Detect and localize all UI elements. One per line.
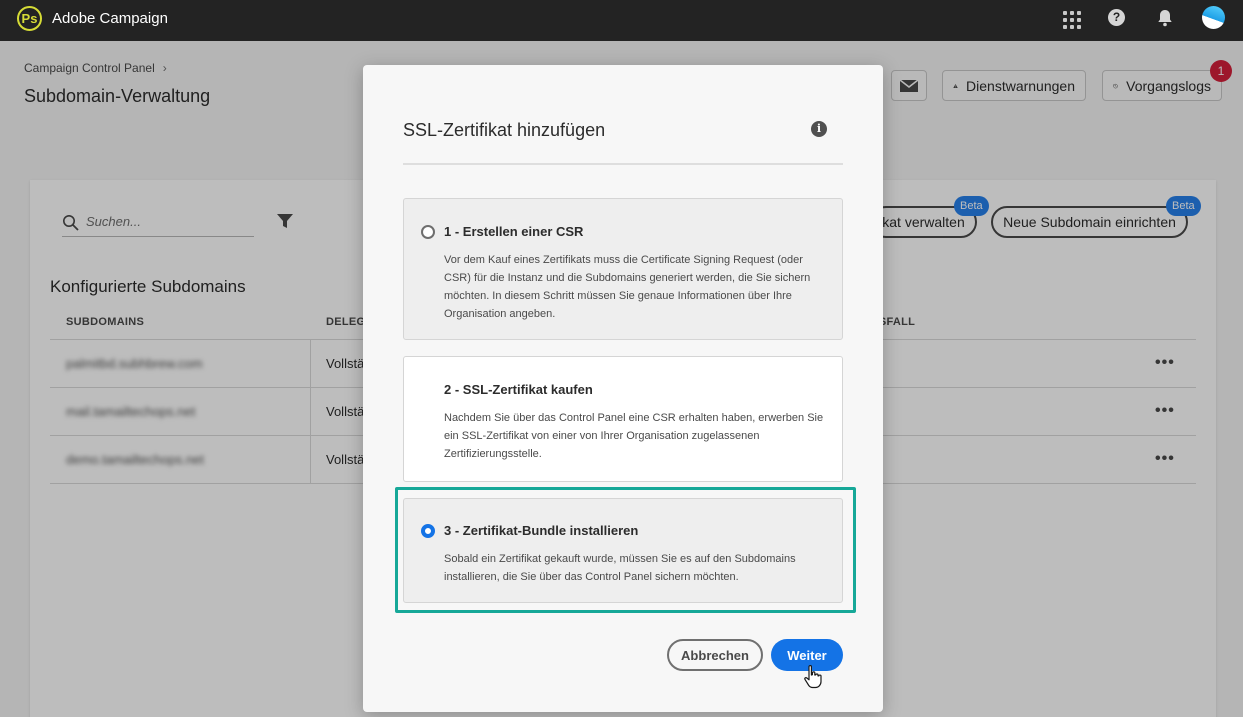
selection-highlight [395, 487, 856, 613]
avatar[interactable] [1202, 6, 1225, 29]
adobe-campaign-logo-icon[interactable]: Ps [17, 6, 42, 31]
option-description: Nachdem Sie über das Control Panel eine … [444, 412, 824, 460]
option-title: 1 - Erstellen einer CSR [444, 224, 584, 239]
radio-create-csr[interactable] [421, 225, 435, 239]
option-create-csr[interactable]: 1 - Erstellen einer CSR Vor dem Kauf ein… [403, 198, 843, 340]
app-title[interactable]: Adobe Campaign [52, 10, 168, 27]
apps-grid-icon[interactable] [1060, 8, 1082, 30]
dialog-title: SSL-Zertifikat hinzufügen [403, 120, 606, 140]
ssl-certificate-dialog: SSL-Zertifikat hinzufügen i 1 - Erstelle… [363, 65, 883, 712]
info-icon[interactable]: i [811, 121, 827, 137]
help-icon[interactable]: ? [1108, 9, 1125, 26]
option-title: 2 - SSL-Zertifikat kaufen [444, 382, 593, 397]
option-description: Vor dem Kauf eines Zertifikats muss die … [444, 254, 811, 320]
dialog-divider [403, 163, 843, 165]
cancel-button[interactable]: Abbrechen [667, 639, 763, 671]
bell-icon[interactable] [1155, 8, 1177, 30]
hand-cursor-icon [803, 664, 823, 695]
top-bar: Ps Adobe Campaign ? [0, 0, 1243, 41]
option-buy-certificate[interactable]: 2 - SSL-Zertifikat kaufen Nachdem Sie üb… [403, 356, 843, 482]
